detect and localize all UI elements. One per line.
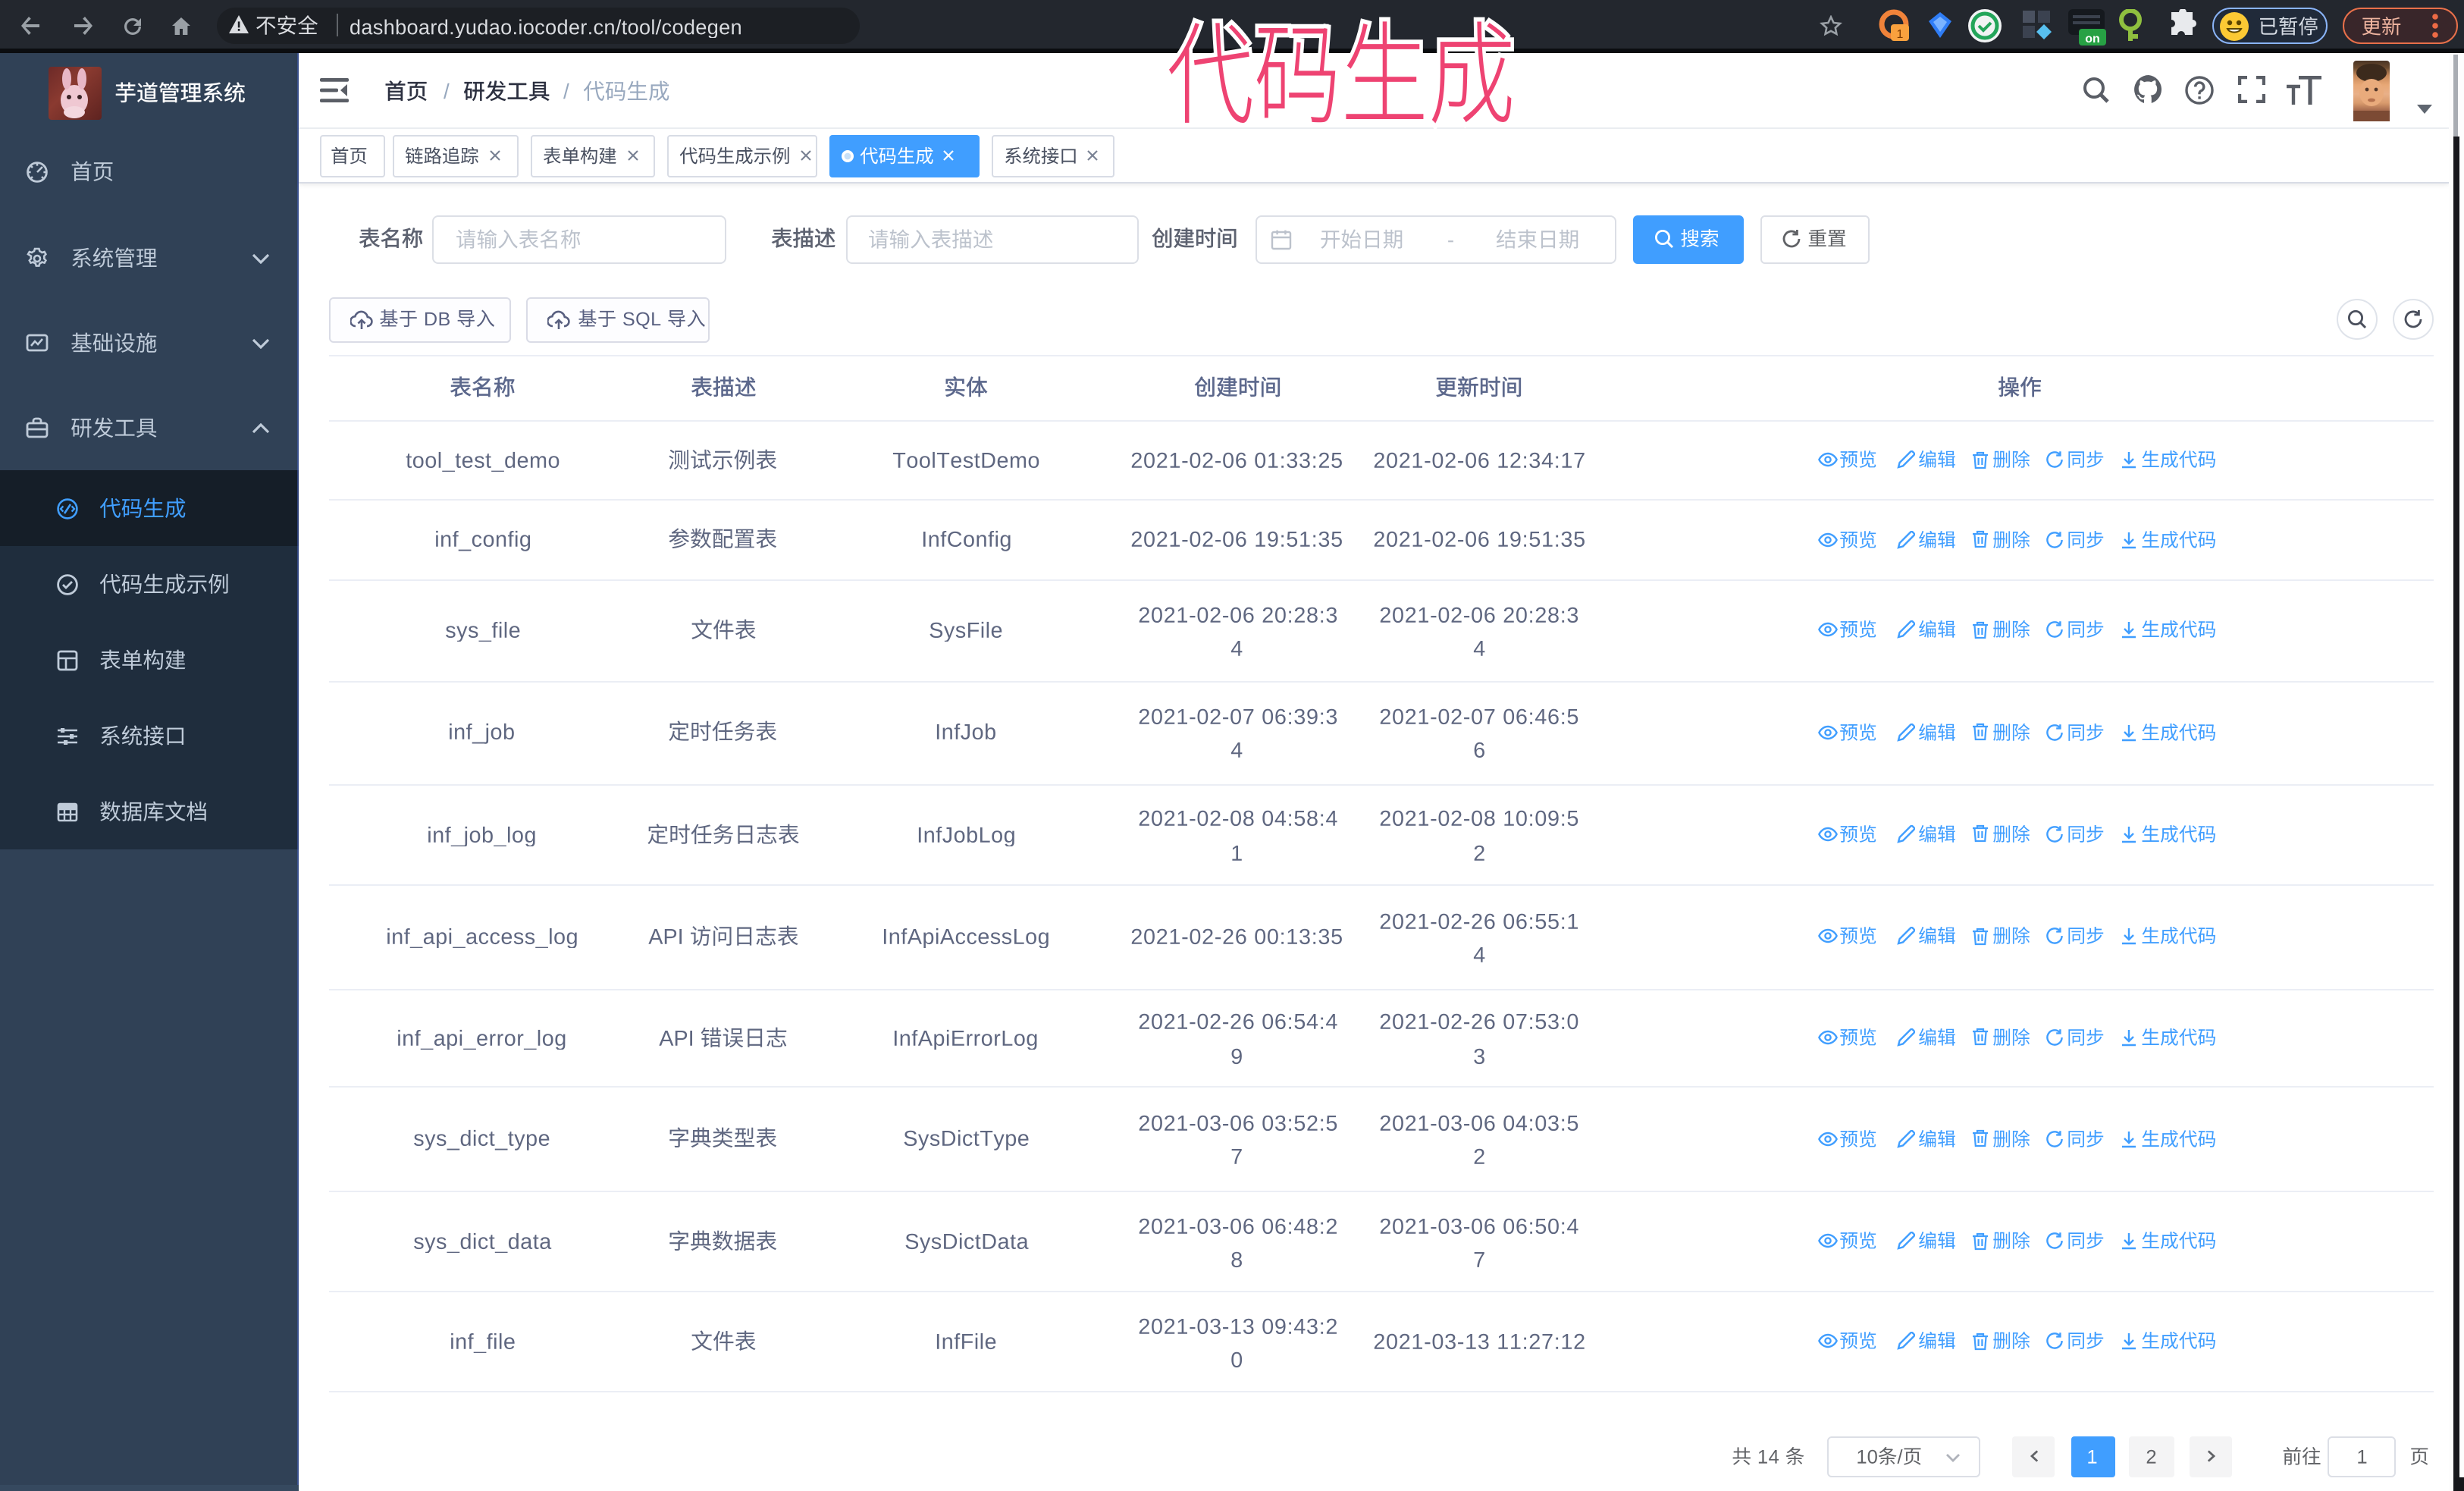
svg-text:on: on [2085, 33, 2100, 46]
svg-text:1: 1 [1897, 28, 1904, 41]
